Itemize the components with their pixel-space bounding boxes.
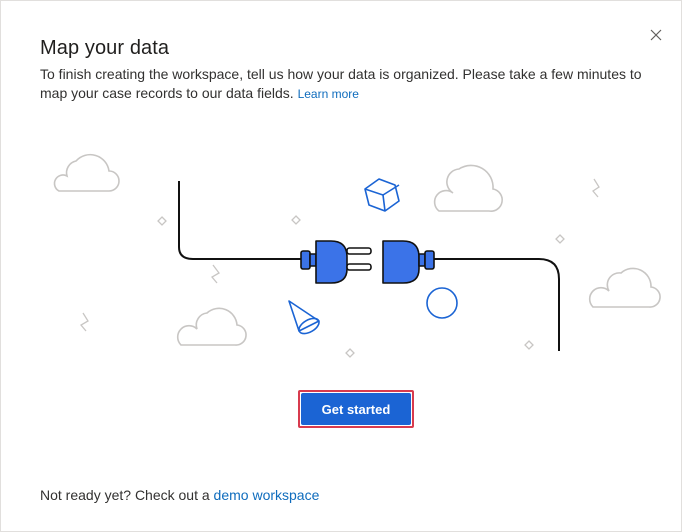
- diamond-icon: [555, 234, 565, 244]
- map-data-dialog: Map your data To finish creating the wor…: [0, 0, 682, 532]
- squiggle-icon: [211, 264, 220, 284]
- squiggle-icon: [80, 312, 89, 332]
- cloud-icon: [588, 267, 661, 308]
- dialog-description: To finish creating the workspace, tell u…: [40, 65, 670, 104]
- dialog-title: Map your data: [40, 37, 170, 59]
- squiggle-icon: [592, 178, 600, 198]
- diamond-icon: [345, 348, 355, 358]
- diamond-icon: [524, 340, 534, 350]
- diamond-icon: [157, 216, 167, 226]
- right-cable: [433, 258, 560, 351]
- socket-icon: [382, 240, 435, 284]
- footer: Not ready yet? Check out a demo workspac…: [40, 487, 319, 503]
- cone-icon: [288, 300, 320, 335]
- footer-text: Not ready yet? Check out a: [40, 487, 210, 503]
- diamond-icon: [291, 215, 301, 225]
- cloud-icon: [433, 164, 503, 212]
- left-cable: [178, 181, 301, 260]
- circle-shape: [426, 287, 458, 319]
- plug-illustration: [53, 153, 661, 358]
- close-button[interactable]: [646, 25, 666, 45]
- close-icon: [650, 29, 662, 41]
- get-started-button[interactable]: Get started: [301, 393, 411, 425]
- cloud-icon: [176, 307, 247, 346]
- cube-icon: [364, 178, 400, 212]
- demo-workspace-link[interactable]: demo workspace: [214, 487, 320, 503]
- learn-more-link[interactable]: Learn more: [298, 87, 359, 101]
- plug-icon: [300, 240, 372, 284]
- cloud-icon: [53, 153, 120, 192]
